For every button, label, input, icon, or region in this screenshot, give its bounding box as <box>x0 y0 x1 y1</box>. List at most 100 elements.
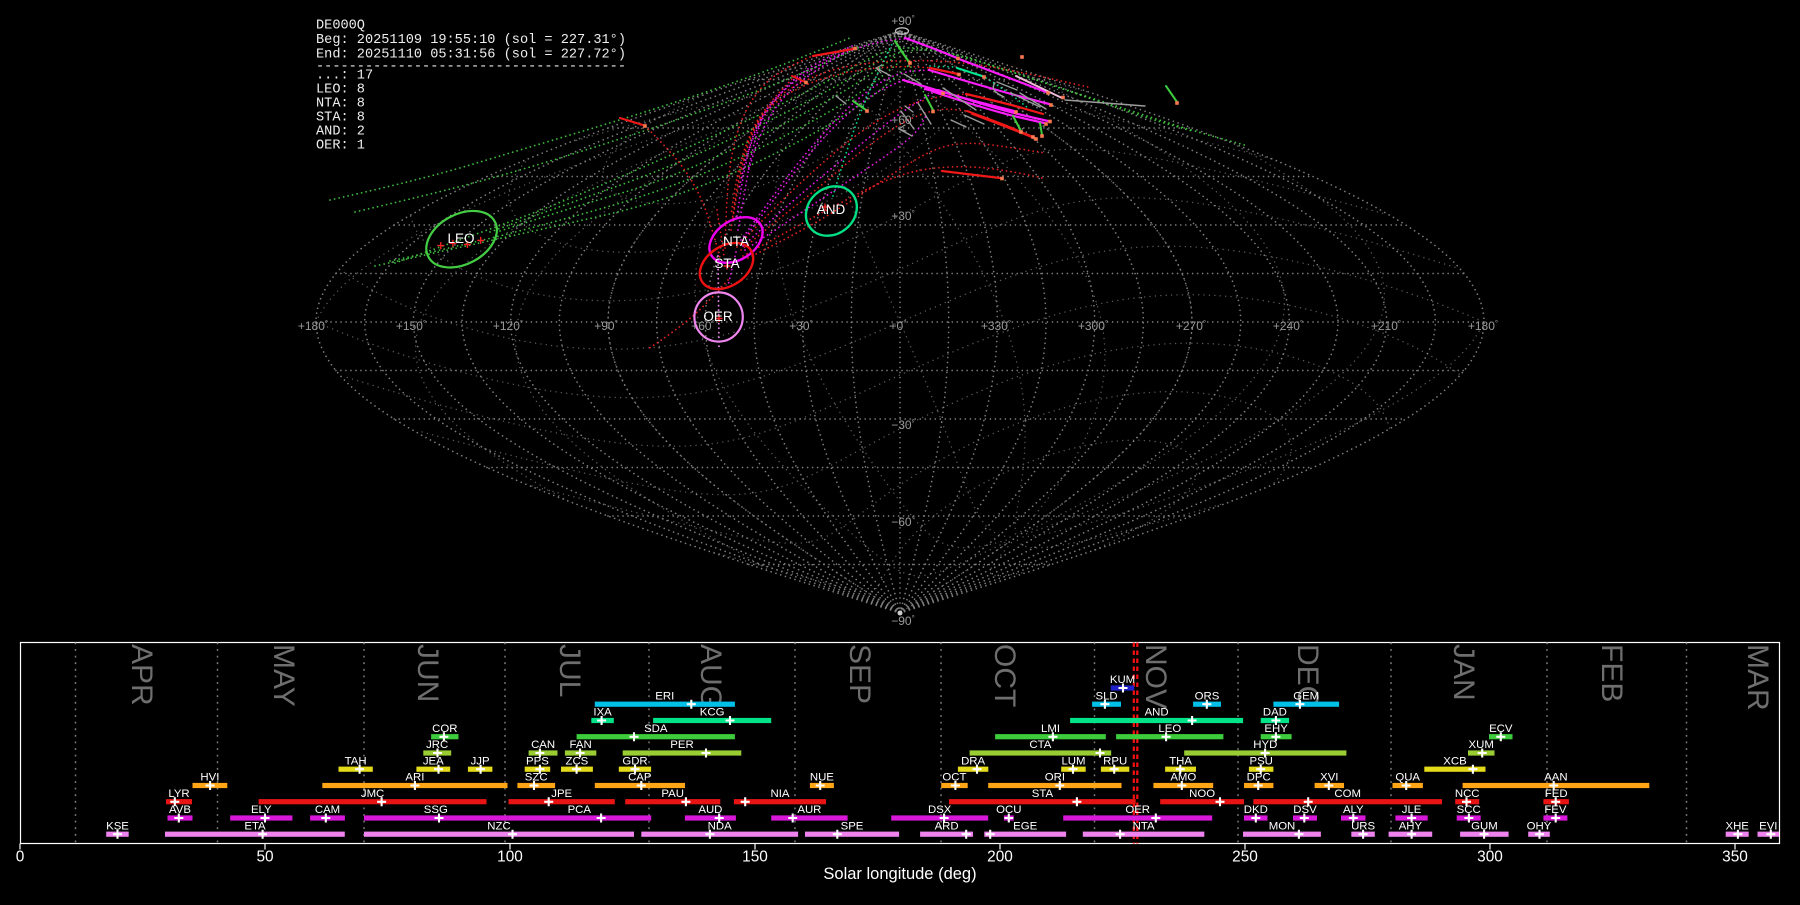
svg-text:OCU: OCU <box>996 804 1021 816</box>
svg-text:ARD: ARD <box>935 821 959 833</box>
svg-text:NCC: NCC <box>1455 788 1480 800</box>
svg-text:+90°: +90° <box>594 319 618 333</box>
svg-text:XVI: XVI <box>1320 772 1338 784</box>
svg-text:NTA: 8: NTA: 8 <box>316 96 365 111</box>
svg-text:EVI: EVI <box>1759 821 1777 833</box>
svg-text:DE000Q: DE000Q <box>316 19 365 34</box>
svg-text:+210°: +210° <box>1371 319 1401 333</box>
svg-text:FEV: FEV <box>1544 804 1567 816</box>
svg-text:AAN: AAN <box>1544 772 1567 784</box>
svg-text:DSX: DSX <box>928 804 952 816</box>
svg-text:AMO: AMO <box>1170 772 1196 784</box>
svg-text:SEP: SEP <box>843 644 876 704</box>
svg-text:ORI: ORI <box>1045 772 1065 784</box>
svg-text:+120°: +120° <box>493 319 523 333</box>
svg-text:COM: COM <box>1334 788 1361 800</box>
svg-text:APR: APR <box>125 644 158 706</box>
svg-text:JRC: JRC <box>426 739 448 751</box>
svg-text:RPU: RPU <box>1103 756 1127 768</box>
svg-text:LEO: LEO <box>1158 723 1181 735</box>
svg-text:−30°: −30° <box>891 418 915 432</box>
svg-text:JLE: JLE <box>1402 804 1422 816</box>
svg-text:HVI: HVI <box>200 772 219 784</box>
svg-text:LYR: LYR <box>168 788 189 800</box>
svg-text:NOV: NOV <box>1139 644 1172 709</box>
svg-text:AUD: AUD <box>698 804 722 816</box>
svg-text:JPE: JPE <box>551 788 572 800</box>
svg-text:IXA: IXA <box>593 707 612 719</box>
svg-text:GEM: GEM <box>1293 691 1319 703</box>
svg-text:OER: 1: OER: 1 <box>316 138 365 153</box>
svg-text:JUN: JUN <box>411 644 444 702</box>
svg-text:STA: 8: STA: 8 <box>316 110 365 125</box>
svg-text:JMC: JMC <box>361 788 384 800</box>
svg-text:PCA: PCA <box>568 804 592 816</box>
svg-text:AND: 2: AND: 2 <box>316 124 365 139</box>
svg-text:+240°: +240° <box>1273 319 1303 333</box>
svg-text:XCB: XCB <box>1443 756 1466 768</box>
svg-text:AUR: AUR <box>797 804 821 816</box>
svg-text:ERI: ERI <box>655 691 674 703</box>
svg-text:KCG: KCG <box>700 707 725 719</box>
svg-text:MAR: MAR <box>1741 644 1774 711</box>
svg-text:SCC: SCC <box>1457 804 1481 816</box>
svg-text:CAM: CAM <box>315 804 340 816</box>
svg-text:XHE: XHE <box>1725 821 1749 833</box>
svg-text:50: 50 <box>256 849 273 866</box>
svg-text:STA: STA <box>1032 788 1054 800</box>
svg-text:CAP: CAP <box>628 772 651 784</box>
svg-text:+330°: +330° <box>981 319 1011 333</box>
svg-text:DRA: DRA <box>961 756 985 768</box>
svg-text:AND: AND <box>1145 707 1169 719</box>
svg-text:THA: THA <box>1169 756 1192 768</box>
svg-text:JUL: JUL <box>553 644 586 697</box>
svg-text:+300°: +300° <box>1078 319 1108 333</box>
svg-text:EHY: EHY <box>1264 723 1288 735</box>
svg-text:+90°: +90° <box>891 14 915 28</box>
svg-text:300: 300 <box>1477 849 1503 866</box>
svg-text:QUA: QUA <box>1395 772 1420 784</box>
svg-text:URS: URS <box>1351 821 1375 833</box>
svg-text:Beg: 20251109 19:55:10 (sol =: Beg: 20251109 19:55:10 (sol = 227.31°) <box>316 33 626 48</box>
svg-text:NTA: NTA <box>1133 821 1155 833</box>
svg-text:250: 250 <box>1232 849 1258 866</box>
svg-text:PAU: PAU <box>661 788 684 800</box>
svg-text:+30°: +30° <box>891 209 915 223</box>
svg-text:+180°: +180° <box>1468 319 1498 333</box>
svg-text:OCT: OCT <box>988 644 1021 707</box>
svg-text:NDA: NDA <box>708 821 732 833</box>
svg-text:+150°: +150° <box>396 319 426 333</box>
svg-text:150: 150 <box>742 849 768 866</box>
svg-text:MON: MON <box>1269 821 1296 833</box>
svg-text:LEO: 8: LEO: 8 <box>316 82 365 97</box>
svg-text:KUM: KUM <box>1110 674 1135 686</box>
svg-text:OER: OER <box>1125 804 1150 816</box>
svg-text:NZC: NZC <box>487 821 510 833</box>
svg-text:AUG: AUG <box>694 644 727 709</box>
svg-text:ELY: ELY <box>251 804 272 816</box>
svg-text:COR: COR <box>432 723 457 735</box>
svg-text:EGE: EGE <box>1013 821 1037 833</box>
svg-text:CAN: CAN <box>531 739 555 751</box>
svg-text:OER: OER <box>703 309 733 324</box>
svg-text:NOO: NOO <box>1189 788 1215 800</box>
svg-text:DAD: DAD <box>1263 707 1287 719</box>
svg-text:KSE: KSE <box>106 821 129 833</box>
svg-text:DPC: DPC <box>1247 772 1271 784</box>
svg-text:NUE: NUE <box>810 772 834 784</box>
svg-text:SLD: SLD <box>1096 691 1118 703</box>
svg-text:350: 350 <box>1722 849 1748 866</box>
svg-text:SSG: SSG <box>424 804 448 816</box>
svg-text:DKD: DKD <box>1244 804 1268 816</box>
svg-text:ECV: ECV <box>1489 723 1513 735</box>
svg-text:PSU: PSU <box>1249 756 1272 768</box>
svg-text:ZCS: ZCS <box>566 756 589 768</box>
svg-text:DSV: DSV <box>1293 804 1317 816</box>
svg-text:PER: PER <box>670 739 693 751</box>
svg-text:LEO: LEO <box>447 231 474 246</box>
svg-text:GDR: GDR <box>622 756 647 768</box>
svg-text:Solar longitude (deg): Solar longitude (deg) <box>823 865 976 883</box>
svg-text:ORS: ORS <box>1195 691 1220 703</box>
svg-text:NTA: NTA <box>723 234 749 249</box>
svg-text:AHY: AHY <box>1399 821 1423 833</box>
